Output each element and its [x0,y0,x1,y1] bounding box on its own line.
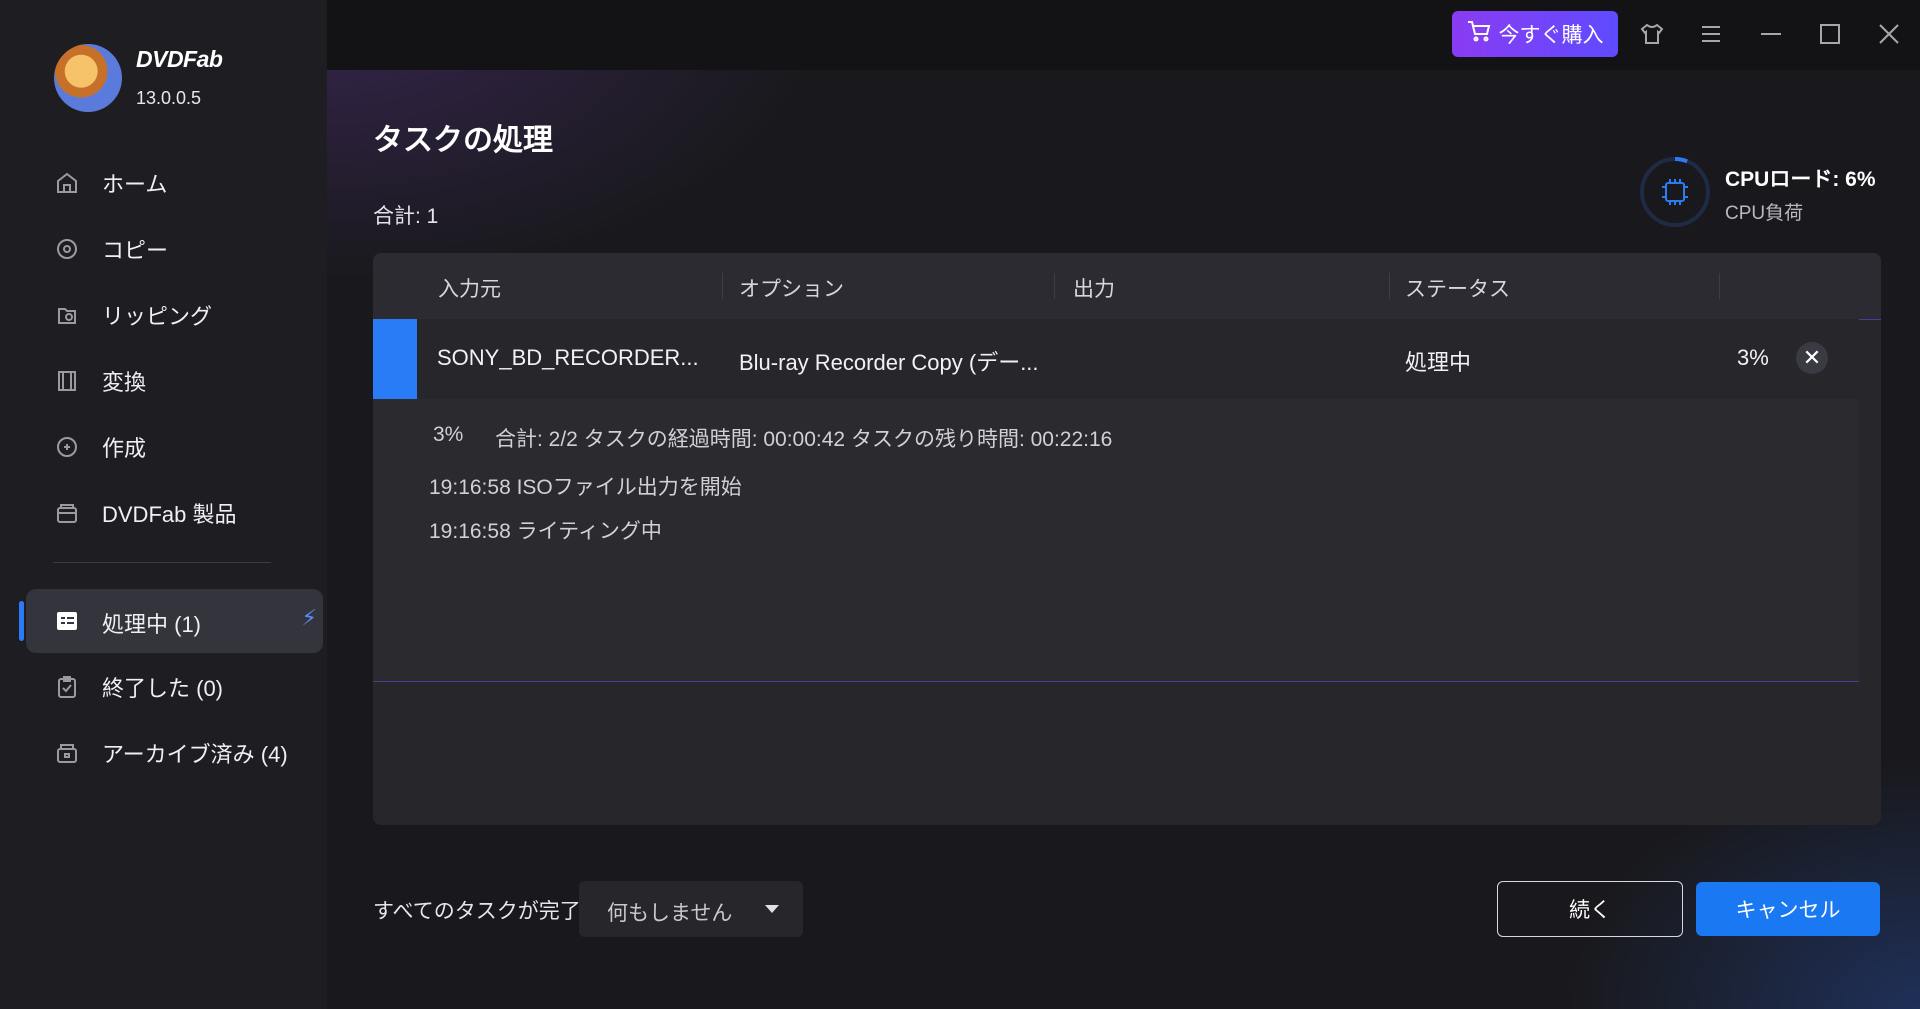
version-label: 13.0.0.5 [136,88,202,108]
page-title: タスクの処理 [373,124,553,157]
sidebar-item-label: 処理中 (1) [102,612,202,637]
film-icon [55,369,79,393]
cancel-button[interactable]: キャンセル [1696,882,1880,936]
skin-icon[interactable] [1635,17,1669,51]
task-list-icon [55,609,79,633]
products-icon [55,501,79,525]
cpu-load-title: CPUロード: 6% [1725,168,1876,191]
sidebar-item-home[interactable]: ホーム [0,152,327,214]
sidebar-item-copy[interactable]: コピー [0,218,327,280]
lightning-icon: ⚡ [301,605,317,630]
sidebar-item-label: 変換 [102,370,147,395]
app-logo [54,44,122,112]
sidebar-item-products[interactable]: DVDFab 製品 [0,482,327,544]
sidebar-item-processing[interactable]: 処理中 (1) ⚡ [0,589,327,653]
column-separator [722,273,723,299]
dvdfab-mascot-icon [54,44,122,112]
sidebar-item-label: DVDFab 製品 [102,502,237,527]
minimize-icon[interactable] [1754,17,1788,51]
home-icon [55,171,79,195]
buy-now-button[interactable]: 今すぐ購入 [1452,11,1618,57]
sidebar-item-convert[interactable]: 変換 [0,350,327,412]
ripping-icon [55,303,79,327]
chevron-down-icon [765,905,779,913]
brand-name: DVDFab [136,46,223,72]
copy-disc-icon [55,237,79,261]
close-window-icon[interactable] [1872,17,1906,51]
log-line: 19:16:58 ライティング中 [429,520,662,543]
remove-task-button[interactable]: ✕ [1796,342,1828,374]
sidebar-item-ripping[interactable]: リッピング [0,284,327,346]
active-indicator [19,601,24,641]
row-selection-indicator [373,319,417,399]
column-header-status: ステータス [1405,278,1510,301]
maximize-icon[interactable] [1813,17,1847,51]
column-header-output: 出力 [1073,278,1115,301]
sidebar-item-label: リッピング [102,304,213,329]
log-line: 19:16:58 ISOファイル出力を開始 [429,476,742,499]
sidebar-item-label: 作成 [102,436,147,461]
cart-icon [1467,20,1491,48]
column-separator [1054,273,1055,299]
task-status: 処理中 [1405,350,1472,375]
on-complete-value: 何もしません [607,902,733,925]
archive-icon [55,741,79,765]
on-complete-select[interactable]: 何もしません [579,881,803,937]
column-header-option: オプション [739,278,844,301]
detail-percent: 3% [433,423,464,446]
sidebar-item-create[interactable]: 作成 [0,416,327,478]
title-bar: 今すぐ購入 [327,0,1920,70]
task-detail-panel: 3% 合計: 2/2 タスクの経過時間: 00:00:42 タスクの残り時間: … [373,399,1859,682]
cpu-chip-icon [1662,179,1688,205]
column-header-input: 入力元 [438,278,501,301]
task-option: Blu-ray Recorder Copy (デー... [739,350,1039,375]
detail-summary: 合計: 2/2 タスクの経過時間: 00:00:42 タスクの残り時間: 00:… [495,428,1113,451]
task-percent: 3% [1737,345,1769,370]
menu-icon[interactable] [1694,17,1728,51]
sidebar: DVDFab 13.0.0.5 ホーム コピー リッピング 変換 作成 DVDF… [0,0,327,1009]
sidebar-item-label: コピー [102,238,169,263]
sidebar-item-archived[interactable]: アーカイブ済み (4) [0,722,327,784]
task-total: 合計: 1 [373,205,439,228]
continue-button[interactable]: 続く [1497,881,1683,937]
create-disc-icon [55,435,79,459]
buy-now-label: 今すぐ購入 [1498,24,1604,47]
sidebar-item-label: ホーム [102,172,168,197]
cpu-load-gauge [1638,155,1712,229]
clipboard-check-icon [55,675,79,699]
column-separator [1389,273,1390,299]
column-separator [1719,273,1720,299]
main-panel: 今すぐ購入 タスクの処理 合計: 1 CPUロード: 6% CPU負荷 入力元 … [327,0,1920,1009]
cpu-load-subtitle: CPU負荷 [1725,203,1804,224]
task-input-source: SONY_BD_RECORDER... [437,345,699,370]
table-row[interactable]: SONY_BD_RECORDER... Blu-ray Recorder Cop… [373,319,1859,399]
sidebar-item-finished[interactable]: 終了した (0) [0,656,327,718]
sidebar-item-label: アーカイブ済み (4) [102,742,288,767]
sidebar-divider [53,562,271,563]
table-header: 入力元 オプション 出力 ステータス [373,253,1881,320]
sidebar-item-label: 終了した (0) [102,676,224,701]
on-complete-label: すべてのタスクが完了: [373,900,587,923]
task-table: 入力元 オプション 出力 ステータス SONY_BD_RECORDER... B… [373,253,1881,825]
close-icon: ✕ [1802,345,1822,370]
